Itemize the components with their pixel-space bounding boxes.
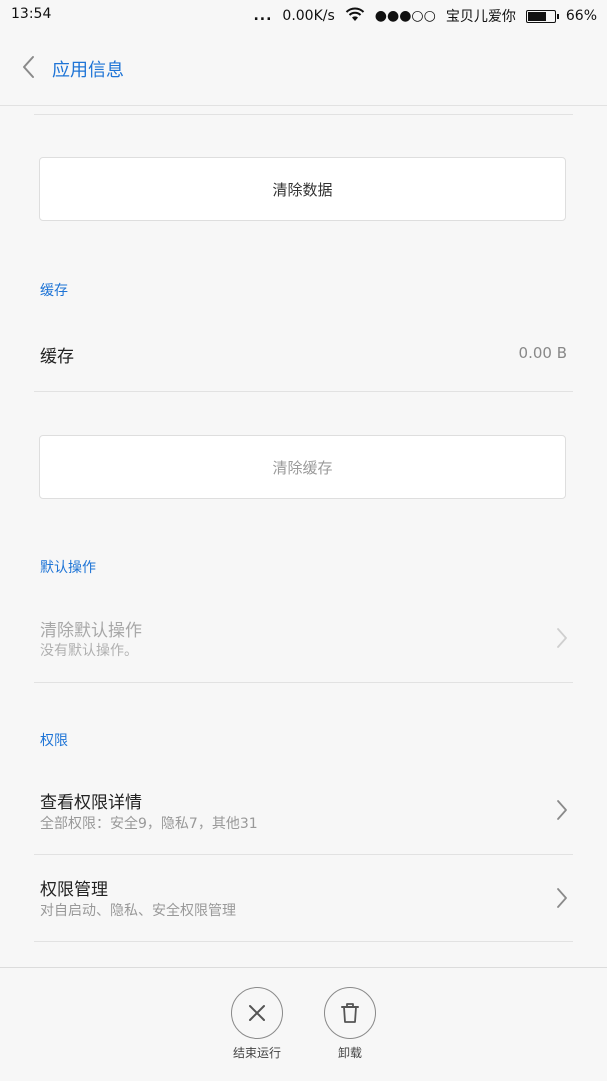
app-header: 应用信息 — [0, 30, 607, 106]
chevron-left-icon — [23, 56, 34, 78]
cache-value: 0.00 B — [518, 344, 567, 362]
force-stop-label: 结束运行 — [232, 1046, 281, 1060]
section-title-permissions: 权限 — [40, 733, 68, 749]
uninstall-label: 卸载 — [337, 1046, 362, 1060]
battery-icon — [525, 9, 559, 23]
status-bar: 13:54 ... 0.00K/s ●●●○○ 宝贝儿爱你 66% — [0, 0, 607, 30]
cache-label: 缓存 — [40, 347, 74, 367]
signal-strength: ●●●○○ — [374, 8, 436, 24]
view-permission-details-subtitle: 全部权限：安全9，隐私7，其他31 — [40, 816, 258, 832]
permission-management-title: 权限管理 — [40, 880, 108, 900]
clear-defaults-title: 清除默认操作 — [40, 621, 142, 641]
section-title-default-actions: 默认操作 — [40, 560, 96, 576]
bottom-action-bar: 结束运行 卸载 — [0, 967, 607, 1081]
clear-defaults-subtitle: 没有默认操作。 — [40, 643, 138, 659]
clear-data-button[interactable]: 清除数据 — [39, 157, 566, 221]
chevron-right-icon — [555, 626, 569, 650]
chevron-right-icon — [555, 886, 569, 910]
status-indicators: ... 0.00K/s ●●●○○ 宝贝儿爱你 66% — [253, 6, 597, 26]
clear-defaults-item[interactable]: 清除默认操作 没有默认操作。 — [0, 600, 607, 682]
carrier-name: 宝贝儿爱你 — [445, 9, 516, 25]
status-time: 13:54 — [11, 6, 52, 22]
permission-management-item[interactable]: 权限管理 对自启动、隐私、安全权限管理 — [0, 855, 607, 941]
uninstall-button[interactable]: 卸载 — [310, 987, 390, 1061]
wifi-icon — [345, 7, 365, 26]
network-speed: 0.00K/s — [282, 8, 335, 24]
trash-icon — [324, 987, 376, 1039]
more-dots: ... — [253, 8, 273, 24]
divider — [34, 114, 573, 115]
page-title: 应用信息 — [52, 60, 124, 81]
chevron-right-icon — [555, 798, 569, 822]
permission-management-subtitle: 对自启动、隐私、安全权限管理 — [40, 903, 236, 919]
close-icon — [231, 987, 283, 1039]
clear-cache-button[interactable]: 清除缓存 — [39, 435, 566, 499]
divider — [34, 391, 573, 392]
section-title-cache: 缓存 — [40, 283, 68, 299]
force-stop-button[interactable]: 结束运行 — [217, 987, 297, 1061]
view-permission-details-title: 查看权限详情 — [40, 793, 142, 813]
battery-percent: 66% — [565, 8, 597, 24]
view-permission-details-item[interactable]: 查看权限详情 全部权限：安全9，隐私7，其他31 — [0, 770, 607, 854]
back-button[interactable] — [14, 50, 44, 84]
divider — [34, 682, 573, 683]
divider — [34, 941, 573, 942]
